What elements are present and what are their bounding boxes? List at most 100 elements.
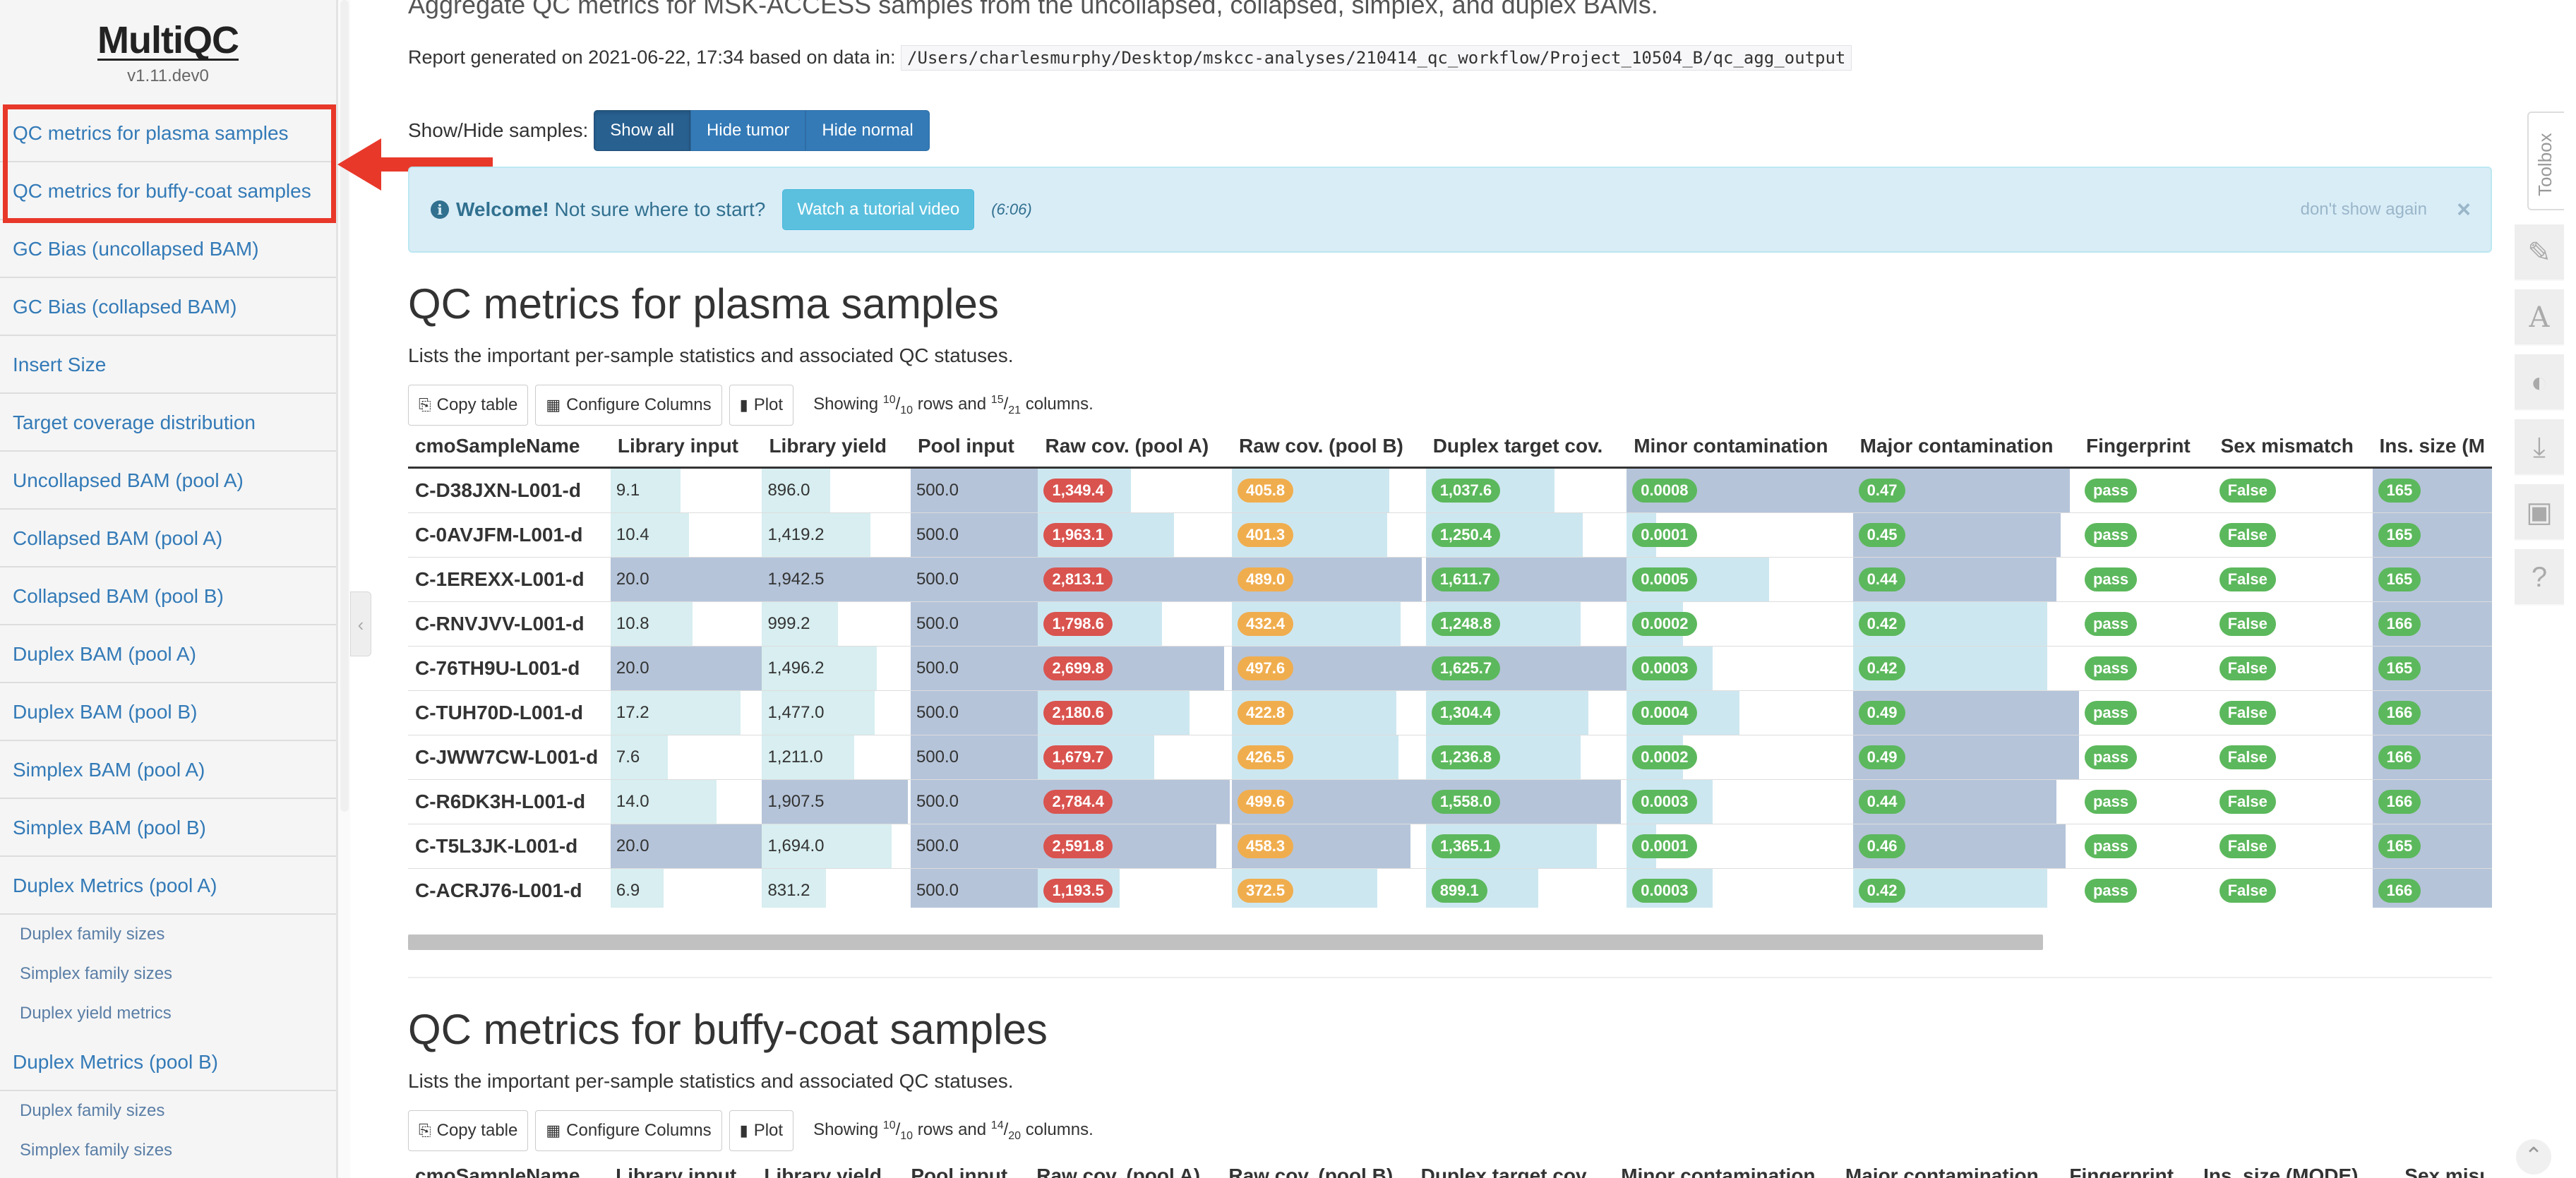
sidebar-item[interactable]: Duplex Metrics (pool B) bbox=[0, 1033, 336, 1091]
column-header[interactable]: Ins. size (MODE) bbox=[2196, 1156, 2398, 1178]
column-header[interactable]: Major contamination bbox=[1838, 1156, 2063, 1178]
multiqc-logo[interactable]: MultiQC bbox=[97, 18, 239, 62]
column-header[interactable]: Minor contamination bbox=[1614, 1156, 1838, 1178]
hide-tumor-button[interactable]: Hide tumor bbox=[690, 110, 806, 151]
collapse-sidebar-handle[interactable]: ‹ bbox=[350, 591, 371, 656]
close-icon[interactable]: × bbox=[2457, 196, 2471, 224]
column-header[interactable]: Fingerprint bbox=[2062, 1156, 2197, 1178]
column-header[interactable]: Library yield bbox=[757, 1156, 904, 1178]
column-header[interactable]: Library yield bbox=[762, 426, 911, 469]
sidebar-item[interactable]: Insert Size bbox=[0, 336, 336, 394]
sidebar-item[interactable]: GC Bias (collapsed BAM) bbox=[0, 278, 336, 336]
rows-total: 10 bbox=[900, 1129, 913, 1142]
table-row: C-RNVJVV-L001-d 10.8 999.2 500.0 1,798.6 432.… bbox=[408, 601, 2492, 646]
copy-table-button[interactable]: ⎘ Copy table bbox=[408, 1110, 529, 1151]
eye-slash-icon[interactable]: ◐ bbox=[2515, 354, 2564, 411]
toolbox-tab[interactable]: Toolbox bbox=[2527, 112, 2564, 210]
sidebar-item[interactable]: Simplex BAM (pool A) bbox=[0, 741, 336, 799]
status-badge: False bbox=[2219, 834, 2276, 858]
status-badge: 0.0001 bbox=[1632, 834, 1697, 858]
rows-word: rows and bbox=[917, 1119, 987, 1139]
plot-label: Plot bbox=[753, 395, 784, 414]
status-badge: 1,193.5 bbox=[1043, 878, 1113, 903]
sidebar-item[interactable]: Duplex BAM (pool A) bbox=[0, 625, 336, 683]
dont-show-again-link[interactable]: don't show again bbox=[2301, 200, 2427, 220]
sidebar-item[interactable]: Duplex yield metrics bbox=[0, 994, 336, 1033]
status-badge: pass bbox=[2084, 567, 2138, 591]
sidebar-scrollbar-thumb[interactable] bbox=[340, 0, 349, 812]
column-header[interactable]: Sex misı bbox=[2397, 1156, 2492, 1178]
column-header[interactable]: Raw cov. (pool A) bbox=[1038, 426, 1233, 469]
help-icon[interactable]: ? bbox=[2515, 549, 2564, 606]
column-header[interactable]: Duplex target cov. bbox=[1413, 1156, 1615, 1178]
sidebar-item[interactable]: Simplex family sizes bbox=[0, 954, 336, 994]
column-header[interactable]: Raw cov. (pool A) bbox=[1029, 1156, 1222, 1178]
sidebar-item[interactable]: Duplex family sizes bbox=[0, 915, 336, 954]
table-cell: False bbox=[2213, 867, 2373, 908]
column-header[interactable]: Ins. size (M bbox=[2372, 426, 2492, 469]
table-cell: 0.42 bbox=[1852, 645, 2079, 690]
table-cell: False bbox=[2213, 512, 2373, 557]
sidebar-item[interactable]: Simplex family sizes bbox=[0, 1131, 336, 1170]
table-cell: 0.42 bbox=[1852, 601, 2079, 646]
table-scrollbar-thumb[interactable] bbox=[408, 934, 2043, 950]
sidebar-item[interactable]: Duplex BAM (pool B) bbox=[0, 683, 336, 741]
welcome-text: Not sure where to start? bbox=[554, 198, 766, 220]
tutorial-video-button[interactable]: Watch a tutorial video bbox=[782, 189, 975, 230]
column-header[interactable]: Raw cov. (pool B) bbox=[1232, 426, 1426, 469]
table-cell: 1,250.4 bbox=[1425, 512, 1627, 557]
brand[interactable]: MultiQC v1.11.dev0 bbox=[0, 0, 336, 104]
table-cell: 20.0 bbox=[610, 645, 762, 690]
hide-normal-button[interactable]: Hide normal bbox=[805, 110, 930, 151]
scroll-to-top-icon[interactable]: ⌃ bbox=[2516, 1139, 2551, 1174]
column-header[interactable]: Sex mismatch bbox=[2213, 426, 2373, 469]
table-horizontal-scrollbar[interactable] bbox=[408, 934, 2492, 950]
column-header[interactable]: Major contamination bbox=[1852, 426, 2079, 469]
table-cell: 500.0 bbox=[910, 823, 1038, 868]
table-cell: 1,496.2 bbox=[762, 645, 911, 690]
plot-button[interactable]: ▮ Plot bbox=[729, 385, 794, 426]
save-icon[interactable]: ▣ bbox=[2515, 484, 2564, 541]
column-header[interactable]: cmoSampleName bbox=[408, 1156, 609, 1178]
tutorial-duration: (6:06) bbox=[991, 200, 1032, 218]
sidebar-item[interactable]: Uncollapsed BAM (pool A) bbox=[0, 452, 336, 510]
table-cell: 1,694.0 bbox=[762, 823, 911, 868]
status-badge: False bbox=[2219, 789, 2276, 814]
table-row: C-ACRJ76-L001-d 6.9 831.2 500.0 1,193.5 372.5… bbox=[408, 867, 2492, 908]
sidebar-item[interactable]: GC Bias (uncollapsed BAM) bbox=[0, 220, 336, 278]
report-intro: Aggregate QC metrics for MSK-ACCESS samp… bbox=[408, 0, 1658, 19]
show-all-button[interactable]: Show all bbox=[594, 110, 690, 151]
column-header[interactable]: Library input bbox=[609, 1156, 757, 1178]
download-icon[interactable]: ⤓ bbox=[2515, 419, 2564, 476]
status-badge: 899.1 bbox=[1431, 878, 1487, 903]
sidebar-item[interactable]: Simplex BAM (pool B) bbox=[0, 799, 336, 857]
sidebar-item[interactable]: Target coverage distribution bbox=[0, 394, 336, 452]
configure-columns-button[interactable]: ▦ Configure Columns bbox=[535, 385, 722, 426]
column-header[interactable]: cmoSampleName bbox=[408, 426, 611, 469]
sample-name: C-76TH9U-L001-d bbox=[408, 645, 611, 690]
table-cell: 0.49 bbox=[1852, 734, 2079, 779]
sidebar-item[interactable]: Duplex Metrics (pool A) bbox=[0, 857, 336, 915]
column-header[interactable]: Minor contamination bbox=[1627, 426, 1853, 469]
status-badge: False bbox=[2219, 478, 2276, 503]
column-header[interactable]: Pool input bbox=[904, 1156, 1030, 1178]
copy-table-button[interactable]: ⎘ Copy table bbox=[408, 385, 529, 426]
pin-icon[interactable]: ✎ bbox=[2515, 224, 2564, 281]
info-circle-icon: i bbox=[431, 200, 449, 219]
sidebar-item[interactable]: Collapsed BAM (pool B) bbox=[0, 567, 336, 625]
configure-columns-button[interactable]: ▦ Configure Columns bbox=[535, 1110, 722, 1151]
column-header[interactable]: Raw cov. (pool B) bbox=[1221, 1156, 1414, 1178]
column-header[interactable]: Duplex target cov. bbox=[1425, 426, 1627, 469]
status-badge: 497.6 bbox=[1238, 656, 1294, 680]
table-cell: 0.0003 bbox=[1627, 779, 1853, 824]
font-icon[interactable]: A bbox=[2515, 289, 2564, 346]
column-header[interactable]: Fingerprint bbox=[2078, 426, 2214, 469]
column-header[interactable]: Pool input bbox=[910, 426, 1038, 469]
table-cell: 499.6 bbox=[1232, 779, 1426, 824]
sidebar-item[interactable]: Duplex family sizes bbox=[0, 1091, 336, 1131]
sidebar-nav: QC metrics for plasma samples QC metrics … bbox=[0, 104, 336, 1170]
plot-button[interactable]: ▮ Plot bbox=[729, 1110, 794, 1151]
column-header[interactable]: Library input bbox=[610, 426, 762, 469]
table-cell: 500.0 bbox=[910, 601, 1038, 646]
sidebar-item[interactable]: Collapsed BAM (pool A) bbox=[0, 510, 336, 567]
